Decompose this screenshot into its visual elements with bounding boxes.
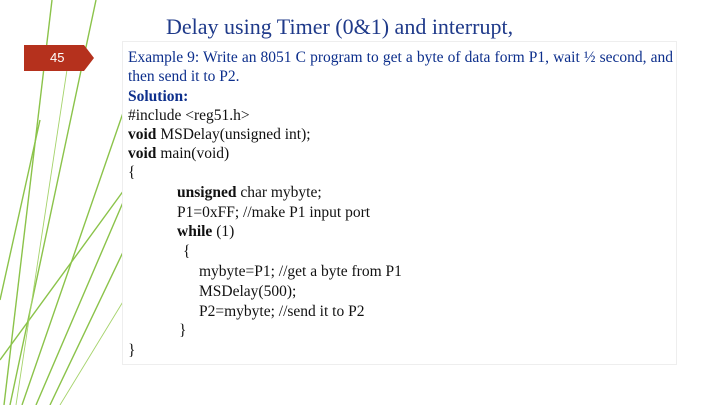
code-line-3: void main(void) [128, 145, 229, 163]
code-line-13: } [128, 342, 136, 359]
code-text: main(void) [156, 145, 230, 162]
example-text: Example 9: Write an 8051 C program to ge… [128, 49, 673, 85]
code-line-10: MSDelay(500); [199, 283, 297, 300]
code-line-8: { [183, 243, 191, 260]
code-text: char mybyte; [236, 184, 322, 201]
code-line-11: P2=mybyte; //send it to P2 [199, 303, 365, 320]
slide-number-badge: 45 [24, 45, 94, 71]
content-image: Example 9: Write an 8051 C program to ge… [123, 42, 676, 364]
code-line-1: #include <reg51.h> [128, 107, 250, 124]
code-keyword: void [128, 126, 157, 143]
code-keyword: unsigned [177, 184, 237, 201]
code-keyword: while [177, 223, 213, 240]
code-line-12: } [179, 322, 187, 339]
code-text: MSDelay(unsigned int); [156, 126, 311, 143]
code-text: (1) [212, 223, 235, 240]
code-line-6: P1=0xFF; //make P1 input port [177, 204, 371, 221]
slide-title: Delay using Timer (0&1) and interrupt, [166, 14, 514, 39]
code-line-4: { [128, 164, 136, 181]
code-line-5: unsigned char mybyte; [177, 184, 322, 202]
code-line-2: void MSDelay(unsigned int); [128, 126, 311, 144]
code-line-7: while (1) [177, 223, 234, 241]
code-line-9: mybyte=P1; //get a byte from P1 [199, 263, 402, 280]
code-keyword: void [128, 145, 157, 162]
solution-label: Solution: [128, 88, 189, 105]
